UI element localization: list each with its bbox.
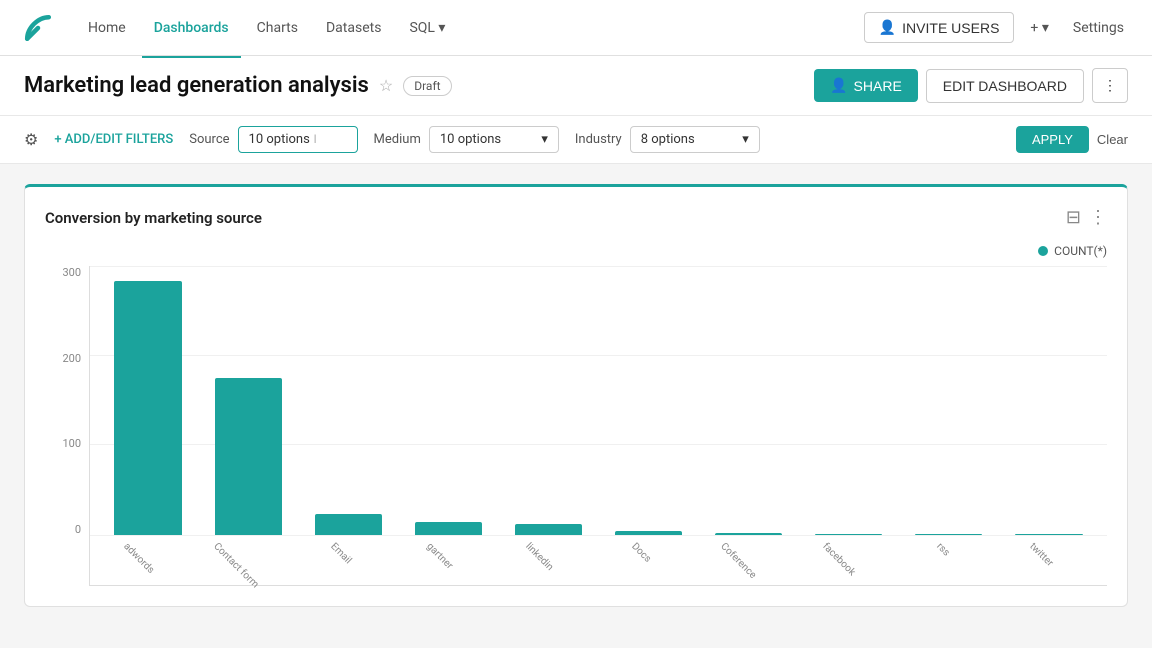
nav-charts[interactable]: Charts [245, 14, 310, 42]
x-label: rss [934, 541, 951, 558]
nav-settings[interactable]: Settings [1065, 14, 1132, 42]
x-label: Email [328, 541, 353, 566]
medium-label: Medium [374, 132, 421, 147]
chart-card-actions: ⊟ ⋮ [1066, 207, 1107, 228]
nav-links: Home Dashboards Charts Datasets SQL ▾ [76, 14, 860, 42]
nav-dashboards[interactable]: Dashboards [142, 14, 241, 42]
filter-settings-icon[interactable]: ⚙ [24, 130, 38, 149]
share-button[interactable]: 👤 SHARE [814, 69, 918, 102]
x-label-item: Email [300, 535, 396, 585]
bar-item [901, 266, 997, 535]
edit-dashboard-button[interactable]: EDIT DASHBOARD [926, 69, 1084, 103]
cursor-icon: | [314, 134, 316, 145]
star-icon[interactable]: ☆ [379, 76, 393, 95]
filter-chart-icon[interactable]: ⊟ [1066, 207, 1081, 228]
more-chart-icon[interactable]: ⋮ [1089, 207, 1107, 228]
y-label-200: 200 [45, 352, 81, 365]
nav-home[interactable]: Home [76, 14, 138, 42]
x-label-item: facebook [801, 535, 897, 585]
navbar: Home Dashboards Charts Datasets SQL ▾ 👤 … [0, 0, 1152, 56]
filter-actions: APPLY Clear [1016, 126, 1128, 153]
x-label: twitter [1027, 541, 1055, 569]
chart-title: Conversion by marketing source [45, 209, 262, 227]
medium-select[interactable]: 10 options ▾ [429, 126, 559, 153]
share-icon: 👤 [830, 77, 847, 94]
page-header-left: Marketing lead generation analysis ☆ Dra… [24, 73, 452, 98]
y-label-0: 0 [45, 523, 81, 536]
x-label-item: gartner [400, 535, 496, 585]
chevron-down-icon: ▾ [742, 132, 749, 147]
bar-item [500, 266, 596, 535]
x-label-item: rss [901, 535, 997, 585]
x-label-item: Contact form [200, 535, 296, 585]
chart-card-header: Conversion by marketing source ⊟ ⋮ [45, 207, 1107, 228]
y-label-100: 100 [45, 437, 81, 450]
invite-users-button[interactable]: 👤 INVITE USERS [864, 12, 1015, 43]
draft-badge: Draft [403, 76, 451, 96]
legend-dot [1038, 246, 1048, 256]
x-label: facebook [820, 541, 857, 578]
x-label: adwords [121, 541, 156, 576]
industry-select[interactable]: 8 options ▾ [630, 126, 760, 153]
x-label-item: linkedin [500, 535, 596, 585]
bar-item [100, 266, 196, 535]
x-label-item: twitter [1001, 535, 1097, 585]
medium-filter-group: Medium 10 options ▾ [374, 126, 559, 153]
filter-bar: ⚙ + ADD/EDIT FILTERS Source 10 options |… [0, 116, 1152, 164]
x-label-item: Coference [701, 535, 797, 585]
nav-plus-button[interactable]: + ▾ [1022, 14, 1056, 42]
chevron-down-icon: ▾ [541, 132, 548, 147]
bars-container [90, 266, 1107, 535]
industry-filter-group: Industry 8 options ▾ [575, 126, 760, 153]
bar-item [701, 266, 797, 535]
apply-button[interactable]: APPLY [1016, 126, 1089, 153]
y-label-300: 300 [45, 266, 81, 279]
page-header: Marketing lead generation analysis ☆ Dra… [0, 56, 1152, 116]
x-label-item: adwords [100, 535, 196, 585]
nav-datasets[interactable]: Datasets [314, 14, 393, 42]
bar-item [1001, 266, 1097, 535]
nav-sql[interactable]: SQL ▾ [397, 14, 457, 42]
legend-label: COUNT(*) [1054, 244, 1107, 258]
x-labels: adwords Contact form Email gartner linkedin D… [90, 535, 1107, 585]
x-label: Contact form [211, 541, 260, 590]
x-label: linkedin [524, 541, 556, 573]
bar-item [801, 266, 897, 535]
chart-card: Conversion by marketing source ⊟ ⋮ COUNT… [24, 184, 1128, 607]
clear-button[interactable]: Clear [1097, 132, 1128, 147]
bar-item [600, 266, 696, 535]
chart-legend: COUNT(*) [45, 244, 1107, 258]
user-icon: 👤 [879, 19, 896, 36]
x-label: Docs [629, 541, 653, 565]
nav-right: 👤 INVITE USERS + ▾ Settings [864, 12, 1132, 43]
more-button[interactable]: ⋮ [1092, 68, 1128, 103]
x-label: gartner [424, 541, 455, 572]
main-content: Conversion by marketing source ⊟ ⋮ COUNT… [0, 164, 1152, 627]
source-label: Source [189, 132, 229, 147]
page-title: Marketing lead generation analysis [24, 73, 369, 98]
logo[interactable] [20, 10, 56, 46]
add-filter-button[interactable]: + ADD/EDIT FILTERS [54, 132, 173, 147]
y-axis: 300 200 100 0 [45, 266, 81, 586]
page-header-right: 👤 SHARE EDIT DASHBOARD ⋮ [814, 68, 1128, 103]
industry-label: Industry [575, 132, 622, 147]
bar-chart: 300 200 100 0 adwords Contact form Email ga… [45, 266, 1107, 586]
x-label-item: Docs [600, 535, 696, 585]
source-select[interactable]: 10 options | [238, 126, 358, 153]
bar-item [400, 266, 496, 535]
x-label: Coference [718, 541, 758, 581]
bar-item [300, 266, 396, 535]
chart-area: adwords Contact form Email gartner linkedin D… [89, 266, 1107, 586]
source-filter-group: Source 10 options | [189, 126, 357, 153]
bar-item [200, 266, 296, 535]
